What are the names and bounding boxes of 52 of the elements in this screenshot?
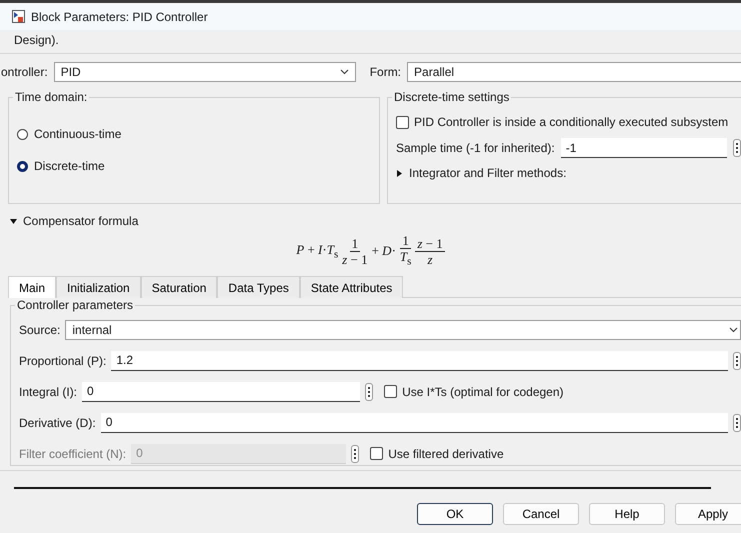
group-title: Time domain:	[14, 90, 88, 104]
compensator-expander[interactable]: Compensator formula	[10, 210, 741, 232]
dialog-button[interactable]: Cancel	[503, 503, 579, 525]
controller-dropdown[interactable]: PID	[54, 62, 356, 82]
methods-expander[interactable]: Integrator and Filter methods:	[396, 162, 741, 184]
dialog-button[interactable]: Help	[589, 503, 665, 525]
tab[interactable]: Main	[8, 276, 56, 298]
field-label: ontroller:	[1, 65, 48, 79]
checkbox[interactable]	[396, 116, 409, 128]
field-label: Source:	[19, 322, 60, 336]
group-title: Discrete-time settings	[393, 90, 510, 104]
more-options-button[interactable]	[365, 382, 374, 400]
radio-label: Continuous-time	[34, 127, 122, 141]
more-options-button[interactable]	[733, 414, 741, 432]
parameter-field[interactable]: 1.2	[111, 350, 728, 370]
parameter-field[interactable]: 0	[100, 412, 728, 432]
radio-button[interactable]	[17, 160, 28, 172]
sample-time-field[interactable]: -1	[560, 138, 727, 158]
window-title: Block Parameters: PID Controller	[31, 10, 208, 24]
dialog-button[interactable]: Apply	[675, 503, 741, 525]
chevron-down-icon	[340, 69, 349, 75]
source-dropdown[interactable]: internal	[65, 320, 741, 340]
field-label: Sample time (-1 for inherited):	[396, 141, 555, 155]
field-label: Proportional (P):	[19, 354, 106, 368]
triangle-down-icon	[10, 218, 17, 224]
tab[interactable]: Initialization	[56, 276, 141, 298]
group-title: Controller parameters	[16, 298, 134, 312]
tab[interactable]: State Attributes	[300, 276, 404, 298]
triangle-right-icon	[396, 170, 403, 176]
checkbox-label: Use I*Ts (optimal for codegen)	[402, 384, 564, 398]
more-options-button[interactable]	[733, 352, 741, 370]
checkbox-label: Use filtered derivative	[388, 446, 504, 460]
description-text: Design).	[13, 32, 60, 49]
app-icon	[12, 10, 25, 23]
more-icon	[354, 448, 356, 458]
radio-button[interactable]	[17, 128, 28, 140]
checkbox[interactable]	[384, 385, 398, 398]
form-dropdown[interactable]: Parallel	[407, 62, 741, 82]
more-options-button[interactable]	[733, 139, 741, 157]
radio-label: Discrete-time	[34, 159, 105, 173]
field-label: Form:	[370, 65, 402, 79]
field-label: Derivative (D):	[19, 416, 96, 430]
more-options-button[interactable]	[351, 444, 360, 462]
field-label: Integral (I):	[19, 384, 78, 398]
tab[interactable]: Data Types	[217, 276, 300, 298]
checkbox-label: PID Controller is inside a conditionally executed subsystem	[414, 115, 728, 129]
chevron-down-icon	[729, 326, 738, 332]
tab[interactable]: Saturation	[140, 276, 218, 298]
more-icon	[368, 386, 370, 396]
parameter-field[interactable]: 0	[82, 382, 360, 402]
dialog-button[interactable]: OK	[417, 503, 493, 525]
field-label: Filter coefficient (N):	[19, 446, 126, 460]
